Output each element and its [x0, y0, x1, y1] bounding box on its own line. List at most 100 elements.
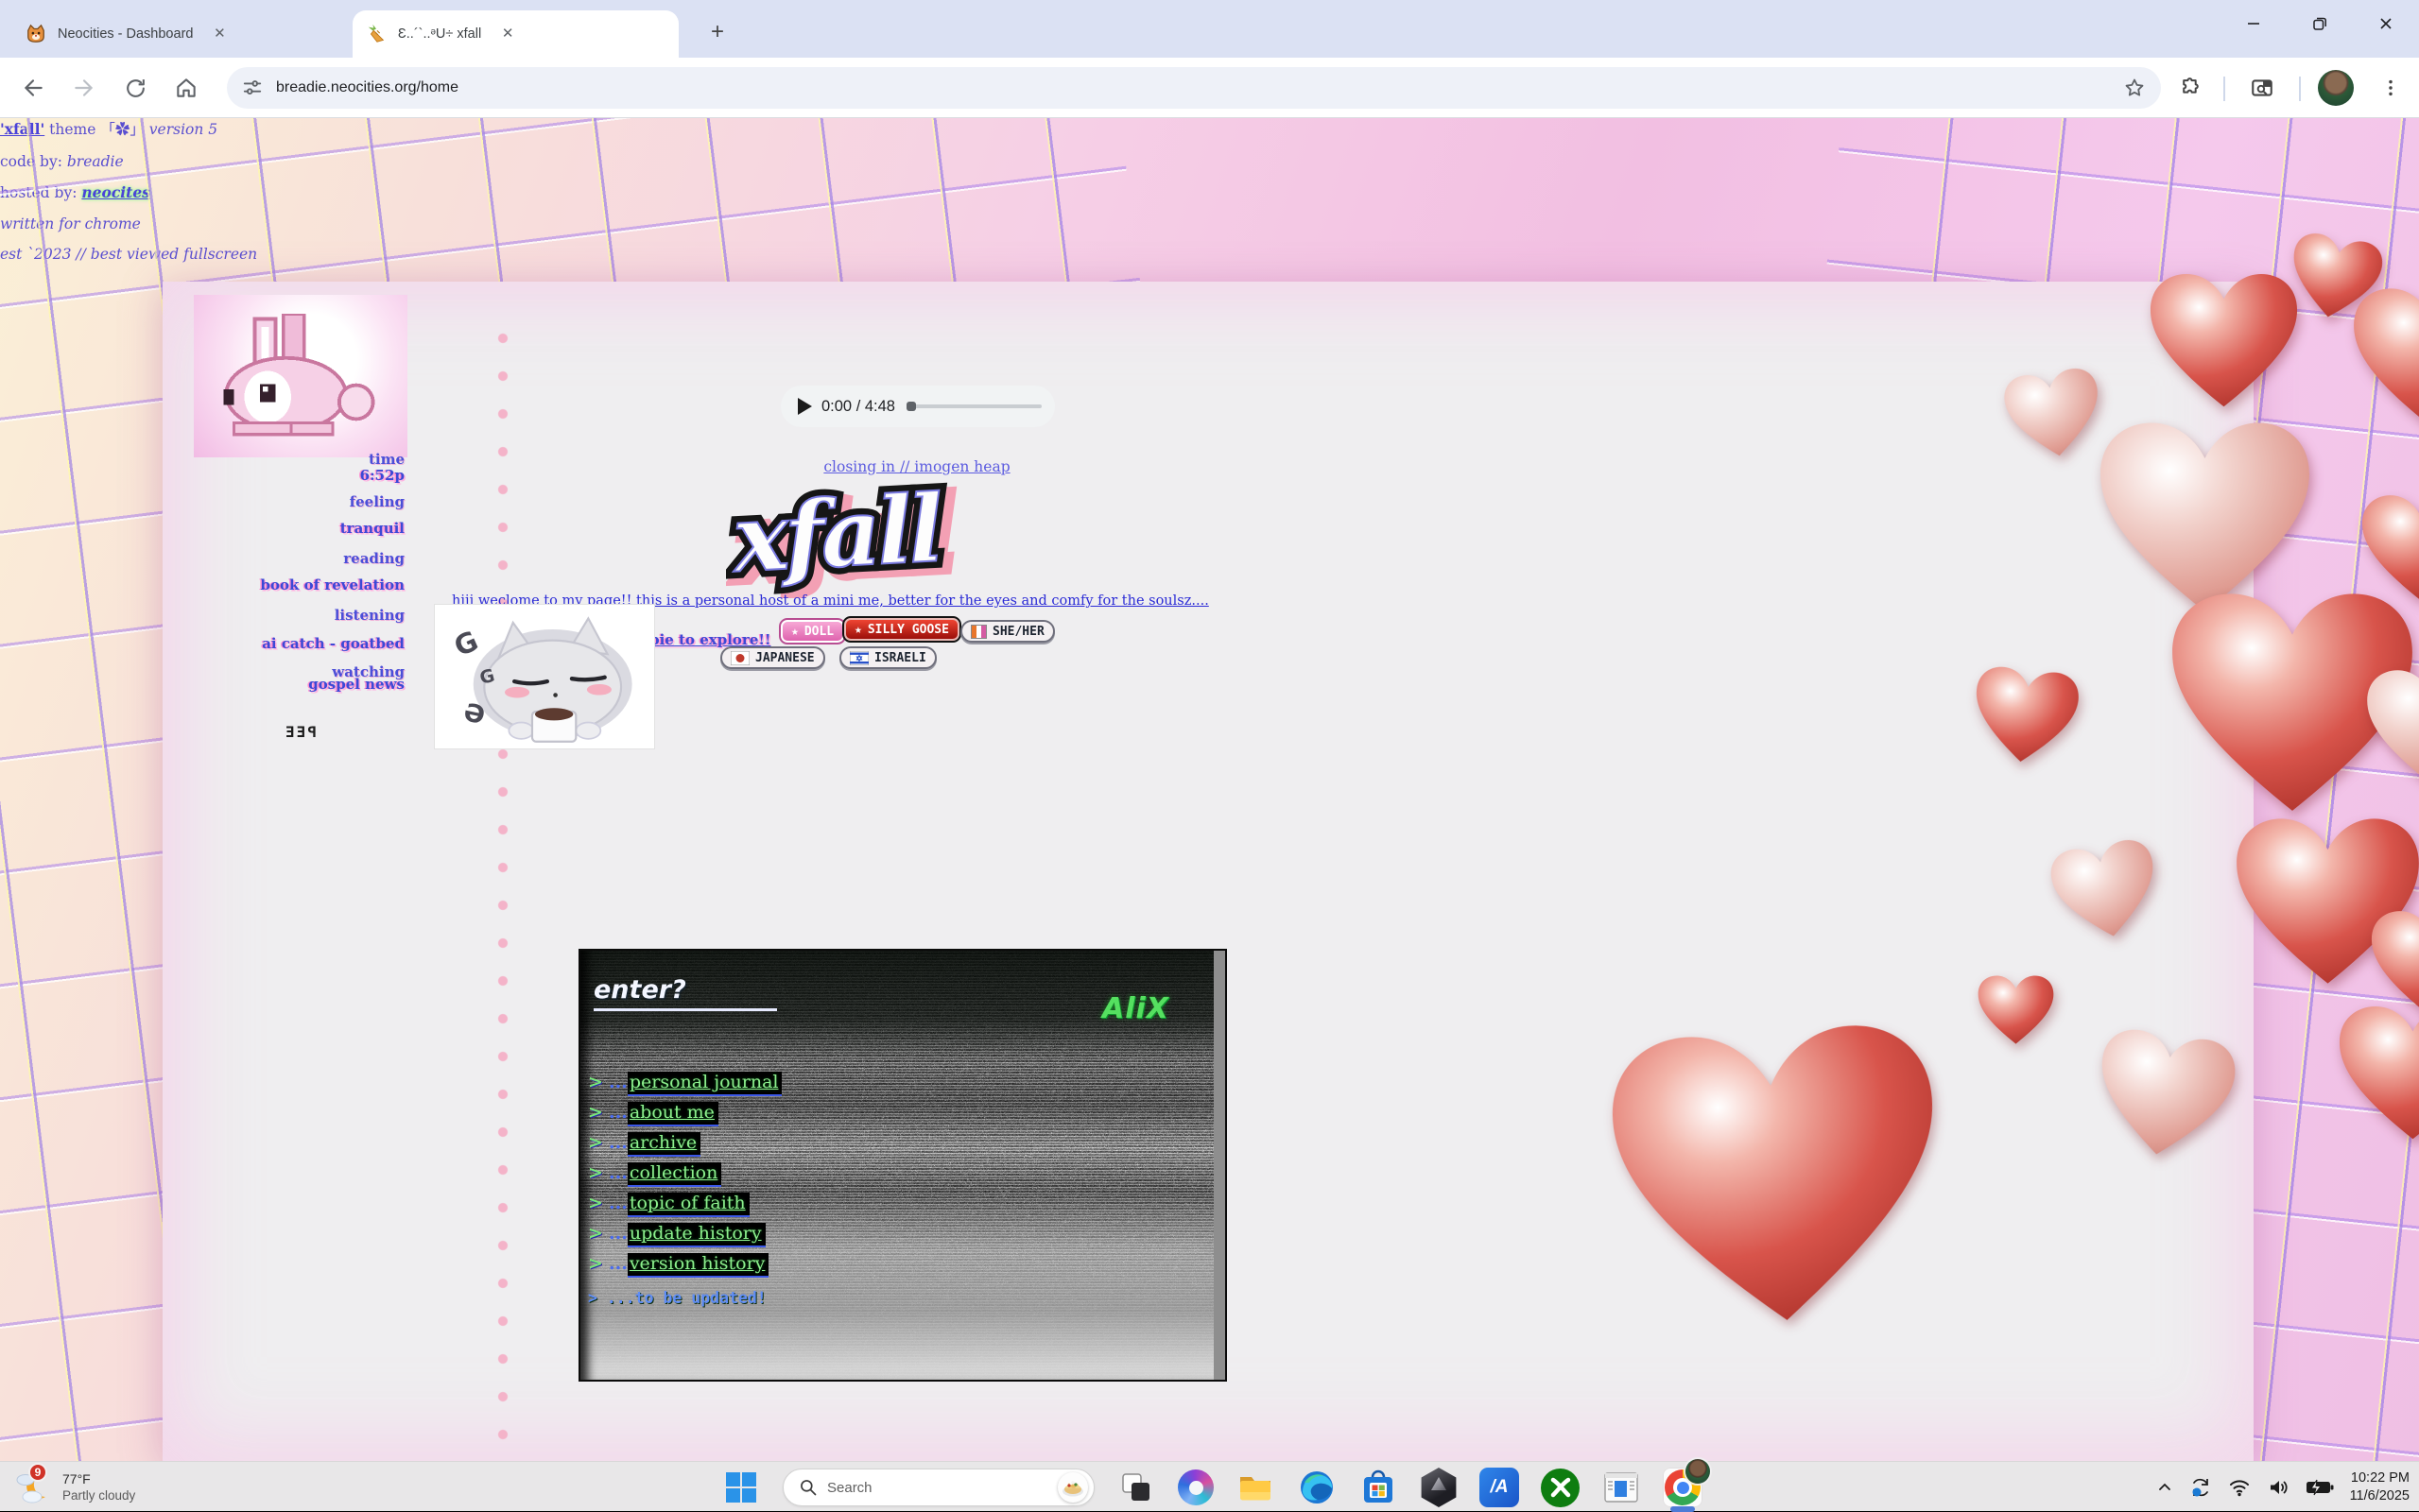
site-settings-tune-icon[interactable] — [242, 77, 263, 98]
active-app-indicator — [1670, 1506, 1695, 1512]
seek-thumb[interactable] — [907, 402, 916, 411]
status-value: 6:52p — [360, 467, 405, 484]
clock-widget[interactable]: 10:22 PM 11/6/2025 — [2350, 1469, 2410, 1505]
window-restore-button[interactable] — [2287, 0, 2353, 47]
pixel-bunny-icon — [218, 314, 385, 438]
file-explorer-icon[interactable] — [1235, 1468, 1275, 1507]
side-panel-search-icon[interactable] — [2242, 68, 2282, 108]
badge-silly-goose: ★SILLY GOOSE — [844, 618, 959, 641]
teletubbie-cat-image[interactable]: G G Ə — [435, 605, 654, 748]
nav-row: > ...topic of faith — [588, 1193, 750, 1213]
heart-icon — [1998, 362, 2109, 467]
volume-icon[interactable] — [2267, 1476, 2289, 1499]
japan-flag-icon — [731, 651, 750, 665]
star-icon: ★ — [855, 623, 862, 637]
copilot-icon[interactable] — [1178, 1469, 1214, 1505]
search-icon — [799, 1478, 818, 1497]
tray-time: 10:22 PM — [2350, 1469, 2410, 1487]
toolbar-divider — [2299, 77, 2301, 101]
status-value: gospel news — [308, 676, 405, 693]
link-update-history[interactable]: update history — [628, 1223, 766, 1247]
battery-charging-icon[interactable] — [2306, 1477, 2334, 1498]
link-collection[interactable]: collection — [628, 1162, 722, 1187]
flower-brackets: 「✿」 — [100, 121, 145, 138]
address-bar[interactable]: breadie.neocities.org/home — [227, 67, 2161, 109]
toolbar-divider — [2223, 77, 2225, 101]
status-label: time — [369, 451, 405, 468]
tab-close-icon[interactable]: ✕ — [496, 23, 519, 45]
windows-taskbar: 9 77°F Partly cloudy Search — [0, 1461, 2419, 1511]
nav-row: > ...update history — [588, 1223, 766, 1244]
hexagon-app-icon[interactable] — [1420, 1468, 1458, 1507]
weather-widget[interactable]: 9 77°F Partly cloudy — [11, 1465, 135, 1508]
heart-icon — [1976, 973, 2056, 1047]
edge-icon[interactable] — [1297, 1468, 1337, 1507]
heart-icon — [2363, 666, 2419, 788]
audio-seekbar[interactable] — [907, 404, 1042, 408]
home-button[interactable] — [166, 68, 206, 108]
bookmark-star-icon[interactable] — [2123, 77, 2146, 99]
heart-icon — [2085, 1021, 2244, 1170]
tray-chevron-icon[interactable] — [2156, 1479, 2173, 1496]
forward-button[interactable] — [64, 68, 104, 108]
url-text[interactable]: breadie.neocities.org/home — [276, 79, 2123, 96]
tab-close-icon[interactable]: ✕ — [208, 23, 231, 45]
israel-flag-icon — [850, 651, 869, 665]
window-minimize-button[interactable] — [2220, 0, 2287, 47]
star-icon: ★ — [791, 625, 799, 639]
neocities-link[interactable]: neocites — [81, 183, 150, 201]
heart-icon — [1966, 661, 2084, 771]
bing-daily-icon[interactable] — [1058, 1472, 1088, 1503]
heart-icon — [2335, 1002, 2419, 1145]
now-playing-link[interactable]: closing in // imogen heap — [756, 458, 1078, 475]
slash-a-app-icon[interactable]: /A — [1479, 1468, 1519, 1507]
neocities-cat-icon — [26, 24, 46, 44]
link-version-history[interactable]: version history — [628, 1253, 769, 1278]
tab-title: Ɛ..´`..ᵊU÷ xfall — [398, 26, 481, 42]
partly-cloudy-night-icon: 9 — [11, 1465, 55, 1508]
settings-window-app-icon[interactable] — [1601, 1468, 1641, 1507]
tab-neocities-dashboard[interactable]: Neocities - Dashboard ✕ — [12, 10, 343, 58]
tab-xfall-active[interactable]: Ɛ..´`..ᵊU÷ xfall ✕ — [353, 10, 679, 58]
badge-israeli: ISRAELI — [839, 646, 937, 669]
link-archive[interactable]: archive — [628, 1132, 700, 1157]
tray-date: 11/6/2025 — [2350, 1487, 2410, 1505]
xbox-icon[interactable] — [1541, 1469, 1580, 1507]
task-view-icon[interactable] — [1116, 1468, 1156, 1507]
microsoft-store-icon[interactable] — [1358, 1468, 1398, 1507]
svg-text:xfall: xfall — [729, 475, 944, 594]
badge-doll: ★DOLL — [781, 620, 844, 643]
temperature-text: 77°F — [62, 1471, 135, 1486]
play-icon[interactable] — [798, 398, 812, 415]
heart-icon — [1597, 1009, 1958, 1346]
browser-toolbar: breadie.neocities.org/home — [0, 58, 2419, 118]
tab-bar: Neocities - Dashboard ✕ Ɛ..´`..ᵊU÷ xfall… — [0, 0, 2419, 58]
nav-row: > ...personal journal — [588, 1072, 782, 1092]
wifi-icon[interactable] — [2228, 1476, 2251, 1499]
tv-static-menu: enter? AliX > ...personal journal > ...a… — [579, 949, 1227, 1382]
start-button[interactable] — [721, 1468, 761, 1507]
menu-kebab-icon[interactable] — [2371, 68, 2410, 108]
new-tab-button[interactable]: + — [701, 17, 734, 49]
reload-button[interactable] — [115, 68, 155, 108]
audio-player[interactable]: 0:00 / 4:48 — [781, 386, 1055, 427]
xfall-theme-link[interactable]: 'xfall' — [0, 120, 44, 138]
carrot-icon — [366, 24, 387, 44]
audio-time: 0:00 / 4:48 — [821, 398, 895, 416]
nav-row: > ...version history — [588, 1253, 769, 1274]
heart-icon — [2044, 833, 2168, 950]
window-close-button[interactable] — [2353, 0, 2419, 47]
link-topic-of-faith[interactable]: topic of faith — [628, 1193, 750, 1217]
profile-avatar[interactable] — [2318, 70, 2354, 106]
status-label: reading — [343, 550, 405, 567]
back-button[interactable] — [13, 68, 53, 108]
sync-update-icon[interactable] — [2189, 1476, 2212, 1499]
extensions-icon[interactable] — [2170, 68, 2210, 108]
link-about-me[interactable]: about me — [628, 1102, 718, 1126]
link-personal-journal[interactable]: personal journal — [628, 1072, 783, 1096]
chrome-taskbar-icon[interactable] — [1663, 1468, 1702, 1507]
taskbar-search-box[interactable]: Search — [783, 1469, 1095, 1506]
browser-window: Neocities - Dashboard ✕ Ɛ..´`..ᵊU÷ xfall… — [0, 0, 2419, 118]
notification-badge: 9 — [28, 1463, 47, 1482]
search-label: Search — [827, 1480, 1058, 1496]
